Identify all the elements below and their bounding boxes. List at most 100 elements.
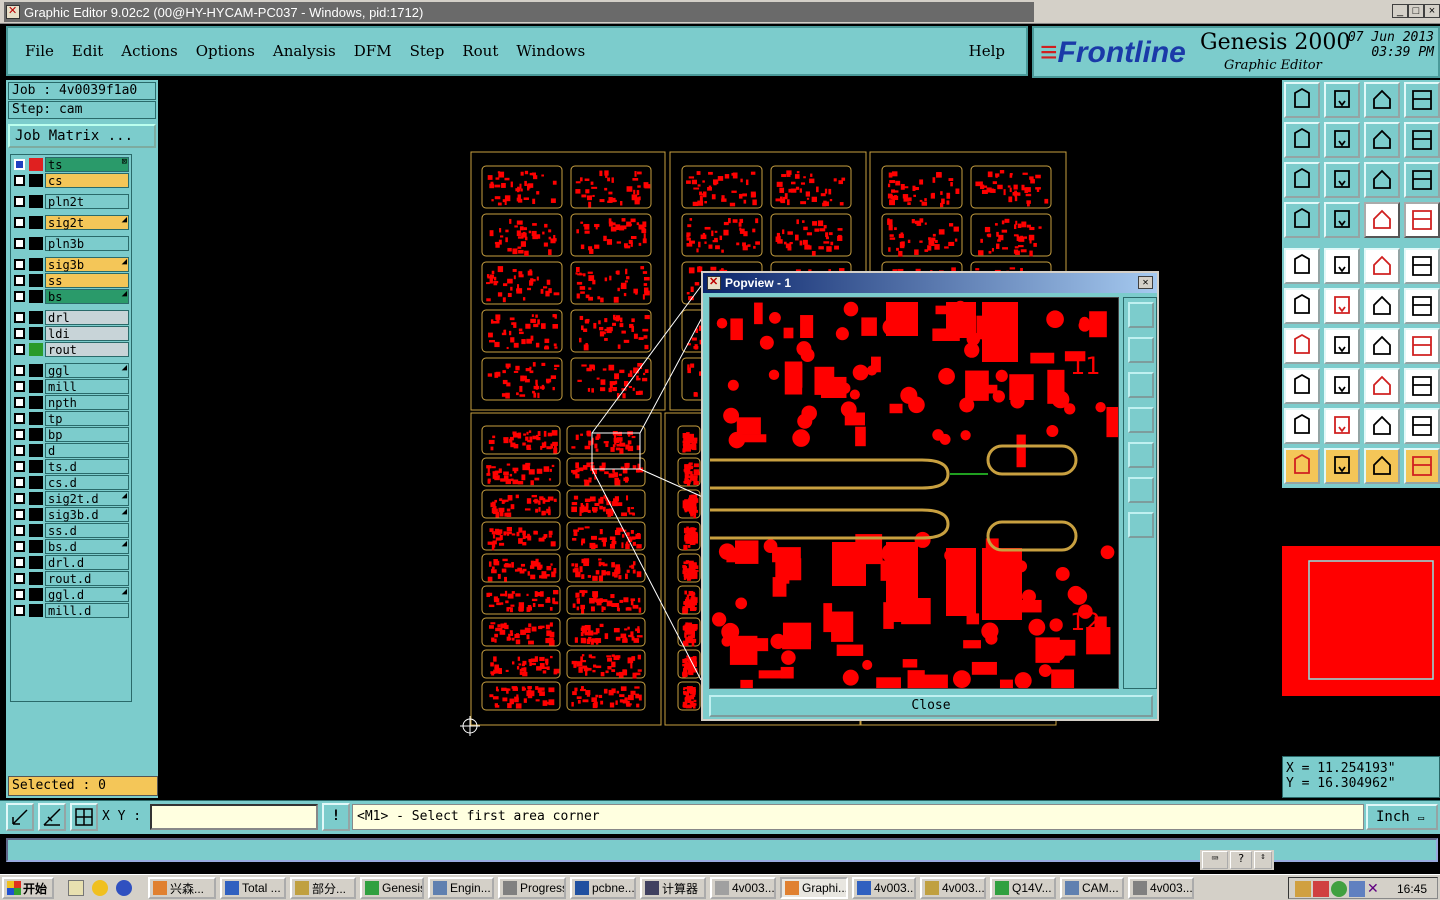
popview-viewport[interactable]: 11 12 <box>709 297 1119 689</box>
grid-mode-icon[interactable] <box>70 803 98 831</box>
layer-checkbox[interactable] <box>14 328 25 339</box>
layer-checkbox[interactable] <box>14 509 25 520</box>
taskbar-button[interactable]: Q14V... <box>990 877 1056 899</box>
layer-name[interactable]: sig3b.d <box>45 507 129 522</box>
pop-right-icon[interactable] <box>1128 442 1154 468</box>
taskbar-button[interactable]: pcbne... <box>570 877 636 899</box>
taskbar-button[interactable]: Total ... <box>220 877 286 899</box>
layer-color-swatch[interactable] <box>29 428 43 441</box>
layer-color-swatch[interactable] <box>29 158 43 171</box>
layer-color-swatch[interactable] <box>29 508 43 521</box>
layer-checkbox[interactable] <box>14 175 25 186</box>
layer-row-ss-d[interactable]: ss.d <box>11 523 129 538</box>
layer-name[interactable]: ts.d <box>45 459 129 474</box>
zoom-left-icon[interactable] <box>1284 122 1320 158</box>
ruler-s-icon[interactable] <box>1404 122 1440 158</box>
layer-name[interactable]: npth <box>45 395 129 410</box>
taskbar-button[interactable]: 4v003... <box>852 877 916 899</box>
arrow-select-icon[interactable] <box>1284 448 1320 484</box>
layer-name[interactable]: drl <box>45 310 129 325</box>
line-icon[interactable] <box>1324 368 1360 404</box>
layer-row-bs-d[interactable]: bs.d ◢ <box>11 539 129 554</box>
arrow-red-icon[interactable] <box>1324 448 1360 484</box>
pop-zoom-icon[interactable] <box>1128 302 1154 328</box>
layer-row-drl-d[interactable]: drl.d <box>11 555 129 570</box>
layer-color-swatch[interactable] <box>29 540 43 553</box>
layer-checkbox[interactable] <box>14 589 25 600</box>
layer-color-swatch[interactable] <box>29 258 43 271</box>
layer-name[interactable]: mill <box>45 379 129 394</box>
popview-close-button[interactable]: Close <box>709 695 1153 717</box>
triangle-blue-icon[interactable] <box>1324 408 1360 444</box>
layer-checkbox[interactable] <box>14 493 25 504</box>
layer-row-sig2t-d[interactable]: sig2t.d ◢ <box>11 491 129 506</box>
title-area[interactable]: Graphic Editor 9.02c2 (00@HY-HYCAM-PC037… <box>4 2 1034 22</box>
taskbar-button[interactable]: Progress <box>498 877 566 899</box>
layer-checkbox[interactable] <box>14 413 25 424</box>
layer-row-mill[interactable]: mill <box>11 379 129 394</box>
layer-name[interactable]: tp <box>45 411 129 426</box>
layer-name[interactable]: ldi <box>45 326 129 341</box>
taskbar-button[interactable]: 部分... <box>290 877 356 899</box>
layer-row-rout[interactable]: rout <box>11 342 129 357</box>
layer-color-swatch[interactable] <box>29 274 43 287</box>
tray-security-icon[interactable] <box>1349 881 1365 897</box>
layer-color-swatch[interactable] <box>29 290 43 303</box>
layer-name[interactable]: ss.d <box>45 523 129 538</box>
popview-close-icon[interactable]: ✕ <box>1138 276 1153 289</box>
layer-color-swatch[interactable] <box>29 343 43 356</box>
layer-name[interactable]: ss <box>45 273 129 288</box>
layer-name[interactable]: pln3b <box>45 236 129 251</box>
layer-row-mill-d[interactable]: mill.d <box>11 603 129 618</box>
layer-row-cs-d[interactable]: cs.d <box>11 475 129 490</box>
layer-color-swatch[interactable] <box>29 195 43 208</box>
layer-row-bp[interactable]: bp <box>11 427 129 442</box>
layer-color-swatch[interactable] <box>29 476 43 489</box>
xy-input[interactable] <box>150 804 318 830</box>
layer-checkbox[interactable] <box>14 477 25 488</box>
layer-color-swatch[interactable] <box>29 396 43 409</box>
job-matrix-button[interactable]: Job Matrix ... <box>8 124 156 148</box>
layer-checkbox[interactable] <box>14 461 25 472</box>
layer-checkbox[interactable] <box>14 196 25 207</box>
layer-checkbox[interactable] <box>14 259 25 270</box>
layer-color-swatch[interactable] <box>29 588 43 601</box>
menu-file[interactable]: File <box>16 42 63 60</box>
tray-network-icon[interactable] <box>1313 881 1329 897</box>
layer-row-tp[interactable]: tp <box>11 411 129 426</box>
layer-row-pln3b[interactable]: pln3b <box>11 236 129 251</box>
pop-down-icon[interactable] <box>1128 372 1154 398</box>
arrow-target-icon[interactable] <box>1364 448 1400 484</box>
taskbar-button[interactable]: 4v003... <box>1128 877 1194 899</box>
layer-checkbox[interactable] <box>14 365 25 376</box>
layer-checkbox[interactable] <box>14 557 25 568</box>
connect-icon[interactable] <box>1284 288 1320 324</box>
layer-name[interactable]: ggl.d <box>45 587 129 602</box>
layer-checkbox[interactable] <box>14 541 25 552</box>
question-icon[interactable] <box>1404 162 1440 198</box>
measure-mode-icon[interactable] <box>38 803 66 831</box>
menu-analysis[interactable]: Analysis <box>264 42 345 60</box>
layer-color-swatch[interactable] <box>29 556 43 569</box>
menu-actions[interactable]: Actions <box>112 42 186 60</box>
layer-color-swatch[interactable] <box>29 311 43 324</box>
taskbar-button[interactable]: Graphi... <box>780 877 848 899</box>
select-circle-icon[interactable] <box>1284 248 1320 284</box>
layer-row-ggl-d[interactable]: ggl.d ◢ <box>11 587 129 602</box>
layer-name[interactable]: mill.d <box>45 603 129 618</box>
layer-row-sig3b[interactable]: sig3b ◢ <box>11 257 129 272</box>
minimize-button[interactable]: _ <box>1392 4 1408 18</box>
move-point2-icon[interactable] <box>1404 288 1440 324</box>
taskbar-button[interactable]: 4v003... <box>710 877 776 899</box>
window-split-icon[interactable] <box>1404 82 1440 118</box>
close-window-button[interactable]: × <box>1424 4 1440 18</box>
taskbar-button[interactable]: 兴森... <box>148 877 216 899</box>
pop-fit-icon[interactable] <box>1128 477 1154 503</box>
tray-close-icon[interactable]: ✕ <box>1367 881 1383 897</box>
layer-name[interactable]: drl.d <box>45 555 129 570</box>
layer-row-bs[interactable]: bs ◢ <box>11 289 129 304</box>
pad-icon[interactable] <box>1284 368 1320 404</box>
help-icon[interactable]: ? <box>1230 851 1252 869</box>
width-icon[interactable] <box>1364 368 1400 404</box>
menu-step[interactable]: Step <box>401 42 454 60</box>
